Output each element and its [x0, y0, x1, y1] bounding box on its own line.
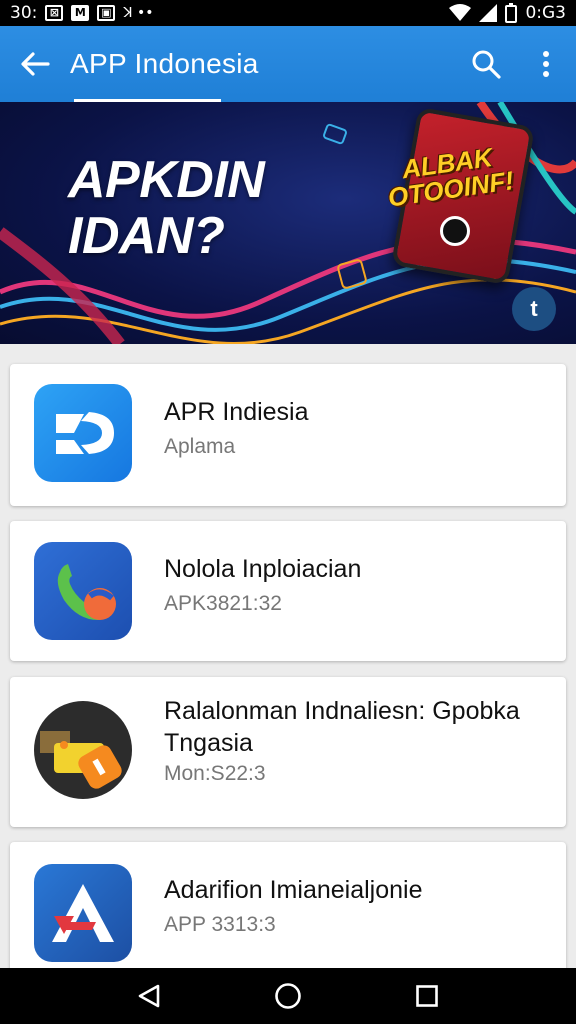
cell-signal-icon: [479, 4, 498, 22]
banner-action-button[interactable]: t: [512, 287, 556, 331]
apr-logo-icon: [34, 384, 132, 482]
list-item-title: APR Indiesia: [164, 398, 309, 426]
list-item-subtitle: APK3821:32: [164, 592, 282, 615]
list-item-text: Adarifion Imianeialjonie APP 3313:3: [164, 874, 546, 940]
back-button[interactable]: [0, 26, 70, 102]
list-item-title: Nololа Inploiacian: [164, 555, 362, 583]
phone-call-icon: [34, 542, 132, 640]
status-bar: 30: ⊠ M ▣ ꓘ •• 0:G3: [0, 0, 576, 26]
home-circle-icon: [275, 983, 301, 1009]
app-list: APR Indiesia Aplama Nololа Inploiacian A…: [0, 344, 576, 968]
battery-icon: [505, 3, 518, 23]
list-item-subtitle: Aplama: [164, 435, 236, 458]
list-item-subtitle: APP 3313:3: [164, 913, 276, 936]
banner-headline: APKDIN IDAN?: [68, 151, 265, 265]
banner-fab-label: t: [530, 296, 538, 321]
status-time-right: 0:G3: [525, 3, 566, 23]
search-button[interactable]: [456, 26, 516, 102]
status-right: 0:G3: [449, 3, 566, 23]
banner-headline-line2: IDAN?: [68, 207, 225, 265]
status-time-left: 30:: [10, 3, 38, 23]
list-item[interactable]: Adarifion Imianeialjonie APP 3313:3: [10, 842, 566, 968]
list-item-text: Ralalonman Indnaliesn: Gpobka Tngasia Mo…: [164, 695, 546, 789]
gmail-icon: M: [71, 5, 90, 21]
toolkit-icon: [34, 701, 132, 799]
search-icon: [472, 50, 501, 79]
more-vertical-icon: [543, 51, 549, 77]
signal-dots-icon: ꓘ ••: [123, 5, 154, 21]
nav-home-button[interactable]: [263, 971, 313, 1021]
phone-logo-icon: [440, 216, 470, 246]
list-item-text: APR Indiesia Aplama: [164, 396, 546, 462]
wifi-icon: [449, 4, 472, 21]
page-title: APP Indonesia: [70, 48, 259, 79]
list-item-title: Ralalonman Indnaliesn: Gpobka Tngasia: [164, 697, 520, 757]
more-options-button[interactable]: [516, 26, 576, 102]
list-item[interactable]: APR Indiesia Aplama: [10, 364, 566, 506]
arrow-left-icon: [21, 52, 50, 76]
back-triangle-icon: [139, 984, 160, 1008]
bag-icon: ▣: [97, 5, 116, 21]
banner-headline-line1: APKDIN: [68, 151, 265, 209]
promo-banner[interactable]: APKDIN IDAN? ALBAK OTOOINF! t: [0, 102, 576, 344]
list-item-subtitle: Mon:S22:3: [164, 762, 266, 785]
list-item-title: Adarifion Imianeialjonie: [164, 876, 423, 904]
nav-back-button[interactable]: [124, 971, 174, 1021]
recents-square-icon: [415, 985, 438, 1007]
adarifion-logo-icon: [34, 864, 132, 962]
status-left: 30: ⊠ M ▣ ꓘ ••: [10, 3, 154, 23]
list-item-text: Nololа Inploiacian APK3821:32: [164, 553, 546, 619]
app-bar: APP Indonesia: [0, 26, 576, 102]
nav-recents-button[interactable]: [402, 971, 452, 1021]
notification-box-icon: ⊠: [45, 5, 64, 21]
list-item[interactable]: Nololа Inploiacian APK3821:32: [10, 521, 566, 661]
list-item[interactable]: Ralalonman Indnaliesn: Gpobka Tngasia Mo…: [10, 677, 566, 827]
navigation-bar: [0, 968, 576, 1024]
